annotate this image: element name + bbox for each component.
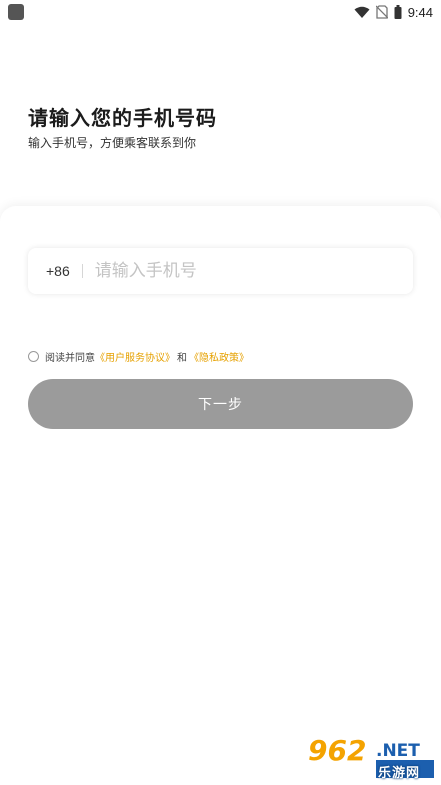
status-icons: 9:44 [354, 3, 433, 21]
wifi-icon [354, 6, 370, 19]
watermark-subtext: 乐游网 [378, 766, 421, 781]
watermark: 962 .NET 乐游网 [302, 730, 436, 781]
phone-input-box[interactable]: +86 [28, 248, 413, 294]
user-agreement-link[interactable]: 《用户服务协议》 [95, 349, 175, 364]
status-bar: 9:44 [0, 0, 441, 24]
svg-text:.NET: .NET [376, 741, 420, 761]
agreement-row: 阅读并同意 《用户服务协议》 和 《隐私政策》 [28, 349, 249, 364]
no-sim-icon [375, 5, 388, 19]
page-title: 请输入您的手机号码 [28, 106, 217, 130]
status-time: 9:44 [407, 4, 433, 20]
svg-text:962: 962 [308, 734, 366, 767]
battery-icon [394, 5, 402, 19]
app-notification-icon [8, 4, 24, 20]
next-button[interactable]: 下一步 [28, 379, 413, 429]
agreement-conjunction: 和 [177, 353, 187, 364]
agreement-checkbox[interactable] [28, 351, 39, 362]
phone-input[interactable] [94, 256, 355, 286]
page-subtitle: 输入手机号，方便乘客联系到你 [28, 136, 197, 150]
input-divider [81, 264, 83, 278]
privacy-policy-link[interactable]: 《隐私政策》 [189, 349, 249, 364]
country-code[interactable]: +86 [46, 263, 70, 279]
agreement-prefix: 阅读并同意 [45, 353, 95, 364]
